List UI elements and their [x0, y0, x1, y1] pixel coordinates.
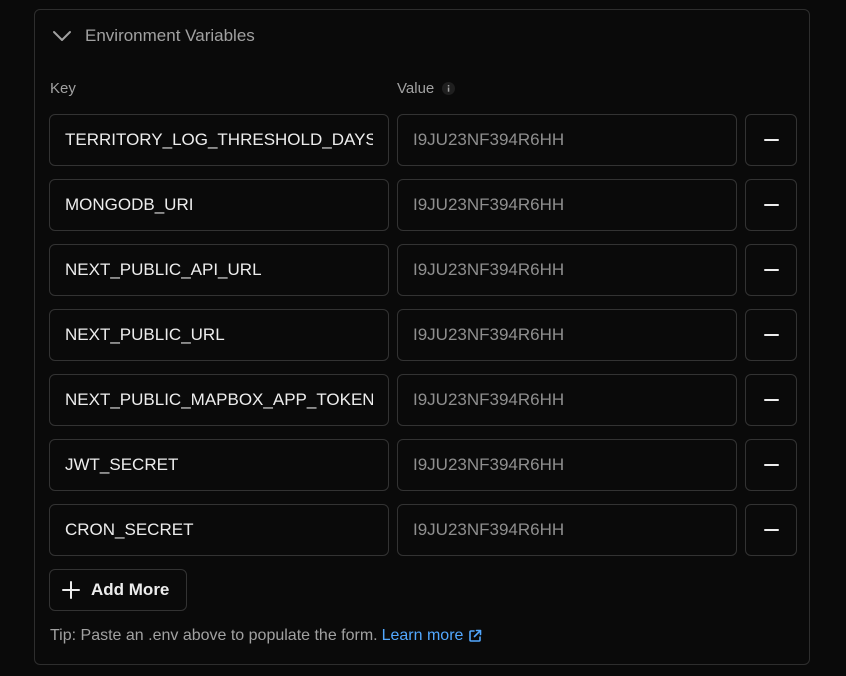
key-input[interactable]	[49, 309, 389, 361]
chevron-down-icon	[51, 25, 73, 47]
minus-icon	[763, 529, 779, 531]
variable-row	[49, 309, 799, 361]
section-toggle[interactable]: Environment Variables	[51, 24, 255, 48]
value-input[interactable]	[397, 244, 737, 296]
key-input[interactable]	[49, 439, 389, 491]
minus-icon	[763, 204, 779, 206]
minus-icon	[763, 464, 779, 466]
variables-list	[49, 114, 799, 569]
variable-row	[49, 374, 799, 426]
key-column-label-text: Key	[50, 80, 76, 97]
info-icon[interactable]	[442, 82, 456, 95]
plus-icon	[62, 581, 80, 599]
tip-text: Tip: Paste an .env above to populate the…	[50, 627, 482, 645]
learn-more-link[interactable]: Learn more	[382, 627, 483, 645]
value-input[interactable]	[397, 309, 737, 361]
learn-more-label: Learn more	[381, 627, 464, 644]
value-input[interactable]	[397, 439, 737, 491]
remove-variable-button[interactable]	[745, 179, 797, 231]
variable-row	[49, 504, 799, 556]
minus-icon	[763, 399, 779, 401]
value-column-label-text: Value	[397, 80, 435, 97]
value-column-label: Value	[397, 80, 456, 97]
remove-variable-button[interactable]	[745, 244, 797, 296]
variable-row	[49, 439, 799, 491]
key-input[interactable]	[49, 244, 389, 296]
value-input[interactable]	[397, 114, 737, 166]
key-input[interactable]	[49, 374, 389, 426]
key-input[interactable]	[49, 114, 389, 166]
value-input[interactable]	[397, 179, 737, 231]
minus-icon	[763, 269, 779, 271]
key-input[interactable]	[49, 179, 389, 231]
add-more-label: Add More	[91, 580, 170, 599]
tip-message: Tip: Paste an .env above to populate the…	[50, 627, 378, 644]
minus-icon	[763, 139, 779, 141]
remove-variable-button[interactable]	[745, 374, 797, 426]
remove-variable-button[interactable]	[745, 439, 797, 491]
value-input[interactable]	[397, 504, 737, 556]
value-input[interactable]	[397, 374, 737, 426]
remove-variable-button[interactable]	[745, 309, 797, 361]
remove-variable-button[interactable]	[745, 504, 797, 556]
add-more-button[interactable]: Add More	[49, 569, 187, 611]
key-column-label: Key	[50, 80, 76, 97]
environment-variables-panel: Environment Variables Key Value TERRITOR…	[34, 9, 810, 665]
key-input[interactable]	[49, 504, 389, 556]
section-title: Environment Variables	[85, 26, 255, 45]
remove-variable-button[interactable]	[745, 114, 797, 166]
external-link-icon	[468, 629, 482, 643]
variable-row	[49, 179, 799, 231]
variable-row	[49, 114, 799, 166]
minus-icon	[763, 334, 779, 336]
variable-row	[49, 244, 799, 296]
